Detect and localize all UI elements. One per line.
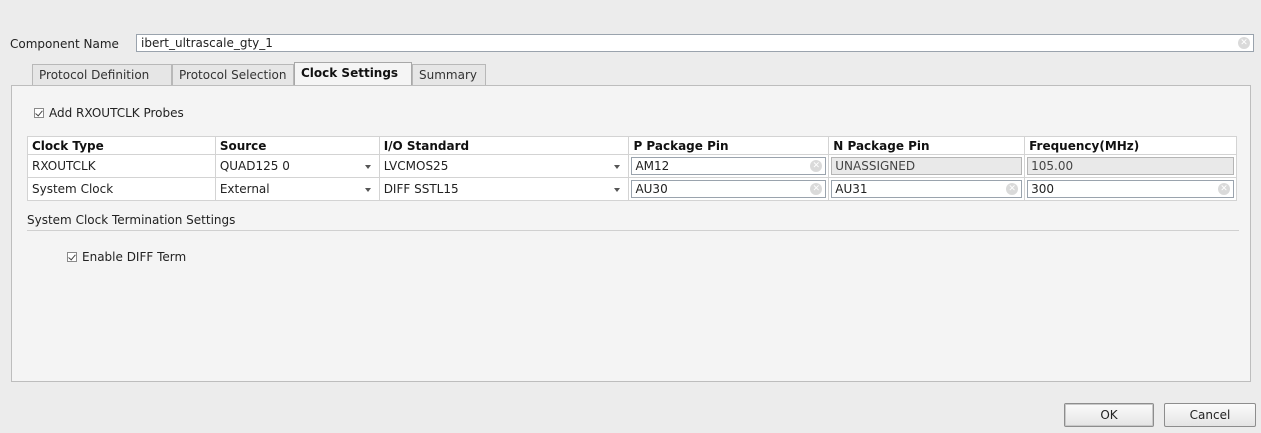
enable-diff-term-checkbox[interactable]: Enable DIFF Term xyxy=(67,250,186,264)
ok-button[interactable]: OK xyxy=(1064,403,1154,427)
frequency-input: 105.00 xyxy=(1027,157,1234,175)
clock-type-value: System Clock xyxy=(32,182,114,196)
source-value: QUAD125 0 xyxy=(219,159,290,173)
clear-icon[interactable]: ✕ xyxy=(1006,183,1019,195)
termination-section-label: System Clock Termination Settings xyxy=(27,213,236,227)
component-name-row: Component Name ibert_ultrascale_gty_1 ✕ xyxy=(10,34,1254,54)
tab-clock-settings[interactable]: Clock Settings xyxy=(294,62,412,85)
source-dropdown[interactable]: External xyxy=(214,177,380,201)
tab-label: Summary xyxy=(419,68,477,82)
component-name-label: Component Name xyxy=(10,37,119,51)
header-frequency: Frequency(MHz) xyxy=(1024,136,1237,155)
io-standard-value: LVCMOS25 xyxy=(383,159,449,173)
header-clock-type: Clock Type xyxy=(27,136,216,155)
p-package-pin-input[interactable]: AM12 ✕ xyxy=(631,157,827,175)
n-pin-value: AU31 xyxy=(835,182,868,196)
n-package-pin-cell: AU31 ✕ xyxy=(828,177,1026,201)
source-value: External xyxy=(219,182,270,196)
enable-diff-term-label: Enable DIFF Term xyxy=(82,250,187,264)
io-standard-dropdown[interactable]: DIFF SSTL15 xyxy=(378,177,630,201)
add-rxoutclk-probes-label: Add RXOUTCLK Probes xyxy=(49,106,184,120)
header-p-package-pin: P Package Pin xyxy=(628,136,830,155)
frequency-cell: 105.00 xyxy=(1024,154,1237,178)
clock-type-cell: RXOUTCLK xyxy=(27,154,216,178)
n-package-pin-cell: UNASSIGNED xyxy=(828,154,1026,178)
chevron-down-icon[interactable] xyxy=(364,188,371,192)
source-dropdown[interactable]: QUAD125 0 xyxy=(214,154,380,178)
header-n-package-pin: N Package Pin xyxy=(828,136,1026,155)
clock-table: Clock Type Source I/O Standard P Package… xyxy=(27,136,1237,201)
frequency-value: 105.00 xyxy=(1031,159,1074,173)
header-io-standard: I/O Standard xyxy=(378,136,630,155)
tab-protocol-selection[interactable]: Protocol Selection xyxy=(172,64,294,85)
tab-label: Protocol Definition xyxy=(39,68,150,82)
header-source: Source xyxy=(214,136,380,155)
clock-type-cell: System Clock xyxy=(27,177,216,201)
clear-icon[interactable]: ✕ xyxy=(1238,37,1250,49)
io-standard-value: DIFF SSTL15 xyxy=(383,182,459,196)
tab-label: Protocol Selection xyxy=(179,68,287,82)
tab-protocol-definition[interactable]: Protocol Definition xyxy=(32,64,172,85)
chevron-down-icon[interactable] xyxy=(614,188,621,192)
n-package-pin-input[interactable]: AU31 ✕ xyxy=(831,180,1023,198)
p-package-pin-cell: AU30 ✕ xyxy=(628,177,830,201)
io-standard-dropdown[interactable]: LVCMOS25 xyxy=(378,154,630,178)
n-pin-value: UNASSIGNED xyxy=(835,159,916,173)
frequency-value: 300 xyxy=(1031,182,1054,196)
clock-settings-panel: Add RXOUTCLK Probes Clock Type Source I/… xyxy=(11,85,1251,382)
p-pin-value: AU30 xyxy=(635,182,668,196)
frequency-input[interactable]: 300 ✕ xyxy=(1027,180,1234,198)
checkbox-icon[interactable] xyxy=(34,108,44,118)
p-package-pin-cell: AM12 ✕ xyxy=(628,154,830,178)
p-package-pin-input[interactable]: AU30 ✕ xyxy=(631,180,827,198)
table-row: RXOUTCLK QUAD125 0 LVCMOS25 AM12 ✕ UNASSI… xyxy=(27,154,1237,178)
section-divider xyxy=(27,230,1239,231)
chevron-down-icon[interactable] xyxy=(364,165,371,169)
table-row: System Clock External DIFF SSTL15 AU30 ✕ … xyxy=(27,177,1237,201)
component-name-value: ibert_ultrascale_gty_1 xyxy=(141,36,273,50)
table-header-row: Clock Type Source I/O Standard P Package… xyxy=(27,136,1237,155)
clear-icon[interactable]: ✕ xyxy=(810,160,823,172)
checkbox-icon[interactable] xyxy=(67,252,77,262)
cancel-button[interactable]: Cancel xyxy=(1164,403,1256,427)
component-name-input[interactable]: ibert_ultrascale_gty_1 ✕ xyxy=(136,34,1254,52)
tab-summary[interactable]: Summary xyxy=(412,64,486,85)
clear-icon[interactable]: ✕ xyxy=(1218,183,1230,195)
clock-type-value: RXOUTCLK xyxy=(32,159,96,173)
frequency-cell: 300 ✕ xyxy=(1024,177,1237,201)
add-rxoutclk-probes-checkbox[interactable]: Add RXOUTCLK Probes xyxy=(34,106,184,120)
tab-label: Clock Settings xyxy=(301,66,399,80)
p-pin-value: AM12 xyxy=(635,159,670,173)
n-package-pin-input: UNASSIGNED xyxy=(831,157,1023,175)
chevron-down-icon[interactable] xyxy=(614,165,621,169)
clear-icon[interactable]: ✕ xyxy=(810,183,823,195)
